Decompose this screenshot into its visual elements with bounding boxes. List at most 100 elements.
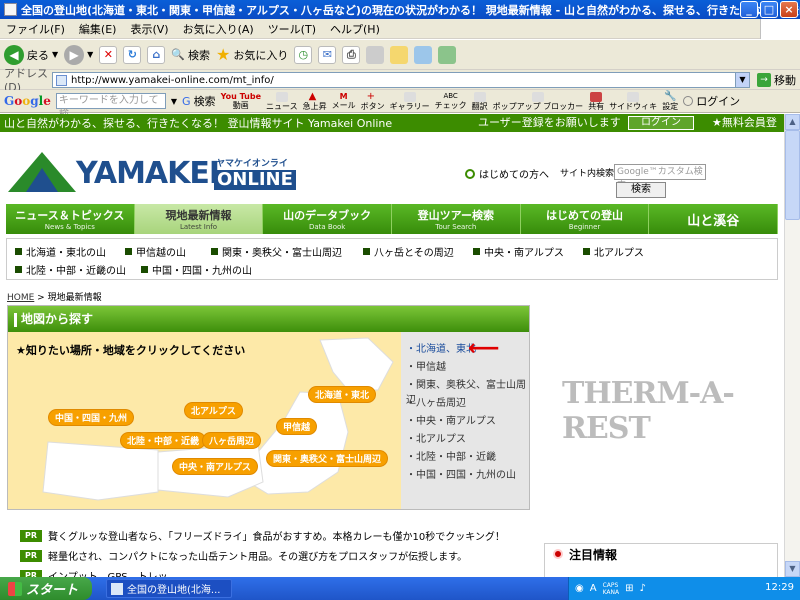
list-chugoku[interactable]: ・中国・四国・九州の山 bbox=[406, 466, 516, 481]
area-hokuriku[interactable]: 北陸・中部・近畿の山 bbox=[15, 262, 126, 277]
google-dropdown-icon[interactable]: ▼ bbox=[171, 97, 177, 106]
list-kita-alps[interactable]: ・北アルプス bbox=[406, 430, 466, 445]
stop-icon[interactable]: ✕ bbox=[99, 45, 118, 64]
area-kanto[interactable]: 関東・奥秩父・富士山周辺 bbox=[211, 244, 342, 259]
map-pill-chugoku[interactable]: 中国・四国・九州 bbox=[48, 409, 135, 426]
print-icon[interactable]: ⎙ bbox=[342, 45, 361, 64]
taskbar-ie-window[interactable]: 全国の登山地(北海... bbox=[106, 579, 232, 598]
edit-icon[interactable] bbox=[366, 45, 385, 64]
research-icon[interactable] bbox=[414, 45, 433, 64]
folder-icon[interactable] bbox=[390, 45, 409, 64]
menu-view[interactable]: 表示(V) bbox=[130, 21, 168, 37]
google-login-label: ログイン bbox=[696, 95, 741, 108]
nav-databook[interactable]: 山のデータブック Data Book bbox=[263, 204, 393, 234]
nav-news[interactable]: ニュース＆トピックス News & Topics bbox=[6, 204, 135, 234]
tool-news[interactable]: ニュース bbox=[266, 91, 298, 111]
nav-beginner[interactable]: はじめての登山 Beginner bbox=[520, 204, 650, 234]
tool-check[interactable]: ABC チェック bbox=[435, 92, 467, 110]
google-login[interactable]: ログイン bbox=[683, 93, 740, 109]
yamakei-logo[interactable]: YAMAKEI ヤマケイオンライン ONLINE bbox=[6, 148, 296, 200]
address-dropdown-icon[interactable]: ▼ bbox=[735, 73, 749, 87]
refresh-icon[interactable]: ↻ bbox=[123, 45, 142, 64]
area-koshinetsu[interactable]: 甲信越の山 bbox=[125, 244, 186, 259]
list-koshinetsu[interactable]: ・甲信越 bbox=[406, 358, 446, 373]
map-pill-kanto[interactable]: 関東・奥秩父・富士山周辺 bbox=[266, 450, 389, 467]
close-button[interactable]: × bbox=[780, 1, 798, 18]
tool-popup[interactable]: ポップアップ ブロッカー bbox=[493, 91, 583, 111]
nav-tour-search[interactable]: 登山ツアー検索 Tour Search bbox=[392, 204, 521, 234]
tool-mail[interactable]: M メール bbox=[332, 92, 356, 110]
tray-speaker-icon[interactable]: ♪ bbox=[640, 583, 646, 594]
bullet-icon bbox=[363, 248, 370, 255]
site-login-button[interactable]: ログイン bbox=[628, 116, 694, 130]
tool-button[interactable]: + ボタン bbox=[360, 91, 385, 111]
nav-latest-info[interactable]: 現地最新情報 Latest Info bbox=[134, 204, 264, 234]
site-search-input[interactable]: Google™カスタム検索 bbox=[614, 164, 706, 191]
back-arrow-icon: ◀ bbox=[4, 44, 24, 65]
back-button[interactable]: ◀ 戻る ▼ bbox=[4, 44, 58, 65]
tool-gallery[interactable]: ギャラリー bbox=[390, 91, 430, 111]
menu-help[interactable]: ヘルプ(H) bbox=[330, 21, 380, 37]
site-search-button[interactable]: 検索 bbox=[616, 182, 666, 198]
tray-network-icon[interactable]: ⊞ bbox=[625, 583, 633, 594]
tray-lang-icon[interactable]: A bbox=[590, 583, 597, 594]
go-button[interactable]: → 移動 bbox=[757, 72, 796, 88]
search-button[interactable]: 🔍 検索 bbox=[171, 47, 210, 63]
google-search-input[interactable]: キーワードを入力して検 bbox=[55, 93, 166, 120]
area-chugoku[interactable]: 中国・四国・九州の山 bbox=[141, 262, 252, 277]
start-button[interactable]: スタート bbox=[0, 577, 92, 600]
tool-video[interactable]: You Tube 動画 bbox=[221, 92, 261, 110]
area-chuo-minami[interactable]: 中央・南アルプス bbox=[473, 244, 564, 259]
history-icon[interactable]: ◷ bbox=[294, 45, 313, 64]
forward-button[interactable]: ▶ ▼ bbox=[64, 44, 93, 65]
tool-trend[interactable]: ▲ 急上昇 bbox=[303, 91, 327, 111]
map-pill-kita-alps[interactable]: 北アルプス bbox=[184, 402, 243, 419]
vertical-scrollbar[interactable]: ▲ ▼ bbox=[784, 114, 800, 577]
area-yatsugatake[interactable]: 八ヶ岳とその周辺 bbox=[363, 244, 454, 259]
minimize-button[interactable]: _ bbox=[740, 1, 758, 18]
first-time-link[interactable]: はじめての方へ bbox=[465, 166, 549, 181]
mail-icon[interactable]: ✉ bbox=[318, 45, 337, 64]
list-hokuriku[interactable]: ・北陸・中部・近畿 bbox=[406, 448, 496, 463]
list-hokkaido[interactable]: ・北海道、東北 bbox=[406, 340, 476, 355]
nav-yamakei[interactable]: 山と溪谷 bbox=[649, 204, 779, 234]
pr-item[interactable]: PR 贅くグルッな登山者なら、「フリーズドライ」食品がおすすめ。本格カレーも僅か1… bbox=[20, 528, 505, 543]
map-pill-hokkaido[interactable]: 北海道・東北 bbox=[308, 386, 377, 403]
home-icon[interactable]: ⌂ bbox=[147, 45, 166, 64]
list-yatsugatake[interactable]: ・八ヶ岳周辺 bbox=[406, 394, 466, 409]
google-search-button[interactable]: G 検索 bbox=[182, 93, 216, 109]
map-pill-koshinetsu[interactable]: 甲信越 bbox=[276, 418, 318, 435]
free-register-link[interactable]: ★無料会員登録 bbox=[712, 114, 784, 150]
address-input[interactable]: http://www.yamakei-online.com/mt_info/ ▼ bbox=[52, 72, 750, 88]
tray-ime-icon[interactable]: ◉ bbox=[575, 583, 584, 594]
tool-settings[interactable]: 🔧 設定 bbox=[662, 91, 678, 111]
google-toolbar: Google キーワードを入力して検 ▼ G検索 You Tube動画 ニュース… bbox=[0, 90, 800, 120]
tool-sidewiki[interactable]: サイドウィキ bbox=[609, 91, 657, 111]
scroll-up-icon[interactable]: ▲ bbox=[785, 114, 800, 130]
area-kita-alps[interactable]: 北アルプス bbox=[583, 244, 644, 259]
tool-button-label: ボタン bbox=[360, 101, 385, 111]
menu-favorites[interactable]: お気に入り(A) bbox=[183, 21, 254, 37]
pr-tag: PR bbox=[20, 549, 42, 562]
breadcrumb-home[interactable]: HOME bbox=[7, 293, 34, 303]
map-pill-yatsugatake[interactable]: 八ヶ岳周辺 bbox=[202, 432, 262, 449]
menu-tools[interactable]: ツール(T) bbox=[268, 21, 316, 37]
tool-translate[interactable]: 翻訳 bbox=[472, 91, 488, 111]
site-search-label: サイト内検索 bbox=[560, 169, 615, 179]
messenger-icon[interactable] bbox=[438, 45, 457, 64]
area-hokkaido[interactable]: 北海道・東北の山 bbox=[15, 244, 106, 259]
map-pill-chuo-minami[interactable]: 中央・南アルプス bbox=[172, 458, 258, 475]
menu-file[interactable]: ファイル(F) bbox=[6, 21, 65, 37]
map-pill-hokuriku[interactable]: 北陸・中部・近畿 bbox=[120, 432, 207, 449]
favorites-button[interactable]: ★ お気に入り bbox=[216, 45, 288, 64]
maximize-button[interactable]: □ bbox=[760, 1, 778, 18]
thermarest-ad[interactable]: THERM-A-REST bbox=[562, 376, 784, 446]
pr-item[interactable]: PR 軽量化され、コンパクトになった山岳テント用品。その選び方をプロスタッフが伝授… bbox=[20, 548, 467, 563]
scroll-thumb[interactable] bbox=[785, 130, 800, 220]
tool-share[interactable]: 共有 bbox=[588, 91, 604, 111]
map-search-panel: 地図から探す ★知りたい場所・地域をクリックしてください 北海道・東北 北アルプ… bbox=[7, 305, 530, 510]
list-chuo-minami[interactable]: ・中央・南アルプス bbox=[406, 412, 496, 427]
menu-edit[interactable]: 編集(E) bbox=[79, 21, 117, 37]
pr-item[interactable]: PR インプット、GPS、トレッ... bbox=[20, 568, 177, 577]
scroll-down-icon[interactable]: ▼ bbox=[785, 561, 800, 577]
